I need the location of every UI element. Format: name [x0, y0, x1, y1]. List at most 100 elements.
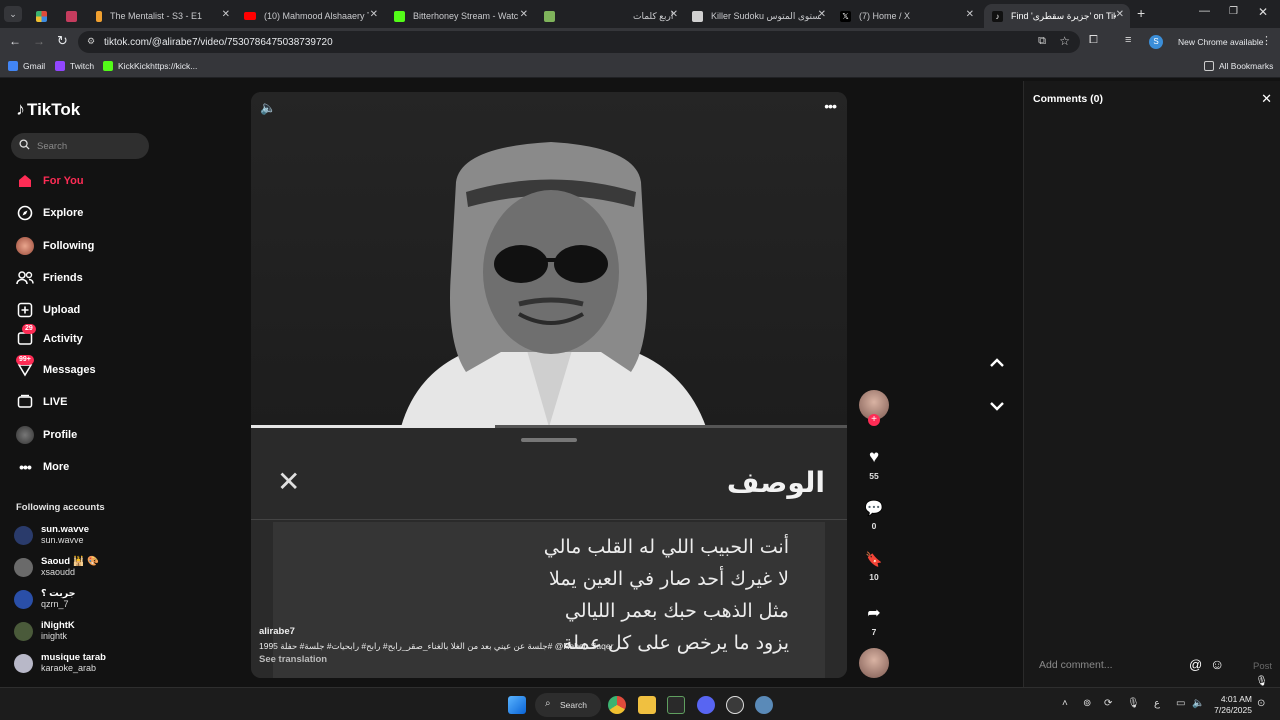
site-info-icon[interactable]: ⚙: [87, 36, 95, 47]
address-bar[interactable]: ⚙ tiktok.com/@alirabe7/video/75307864750…: [78, 31, 1080, 53]
restore-icon[interactable]: ❐: [1229, 6, 1238, 17]
xbox-app-icon[interactable]: [667, 696, 685, 714]
nav-live[interactable]: LIVE: [16, 392, 67, 412]
like-button[interactable]: ♥ 55: [859, 447, 889, 481]
bookmark-kick[interactable]: KickKickhttps://kick...: [103, 61, 197, 71]
author-name[interactable]: alirabe7: [259, 626, 659, 637]
profile-avatar[interactable]: S: [1149, 35, 1163, 49]
tray-app-icon[interactable]: ⊚: [1083, 698, 1091, 709]
tab-close-icon[interactable]: ✕: [818, 9, 826, 20]
media-control-icon[interactable]: ≡: [1125, 34, 1131, 46]
logo-text: TikTok: [27, 99, 81, 119]
more-dots-icon: •••: [19, 459, 32, 475]
tab-4[interactable]: (10) Mahmood Alshaaery Tai ✕: [236, 4, 384, 28]
tab-close-icon[interactable]: ✕: [370, 9, 378, 20]
close-comments-icon[interactable]: ✕: [1261, 91, 1272, 107]
following-account[interactable]: iNightK inightk: [14, 620, 75, 642]
show-hidden-icons-icon[interactable]: ˄: [1062, 698, 1068, 709]
microphone-icon[interactable]: 🎙: [1255, 676, 1268, 687]
tab-2[interactable]: [58, 4, 86, 28]
tab-3[interactable]: The Mentalist - S3 - E1 ✕: [88, 4, 236, 28]
close-description-icon[interactable]: ✕: [277, 468, 300, 496]
extensions-icon[interactable]: ⧠: [1089, 34, 1098, 47]
nav-upload[interactable]: Upload: [16, 300, 80, 320]
comment-button[interactable]: 💬 0: [859, 499, 889, 531]
taskbar-search[interactable]: ⌕ Search: [535, 693, 601, 717]
notification-icon[interactable]: ⊙: [1257, 698, 1265, 709]
post-button[interactable]: Post: [1253, 661, 1272, 672]
following-account[interactable]: musique tarab karaoke_arab: [14, 652, 106, 674]
new-tab-icon[interactable]: +: [1137, 5, 1145, 21]
video-player[interactable]: 🔈 ••• ✕ الوصف أنت الحبيب اللي له القلب م…: [251, 92, 847, 678]
tab-7[interactable]: Killer Sudoku مستوى المتوس ✕: [684, 4, 832, 28]
following-account[interactable]: sun.wavve sun.wavve: [14, 524, 89, 546]
tab-search-button[interactable]: ⌄: [4, 6, 22, 22]
nav-friends[interactable]: Friends: [16, 268, 83, 288]
tab-8[interactable]: 𝕏 (7) Home / X ✕: [832, 4, 980, 28]
previous-video-icon[interactable]: [988, 354, 1006, 372]
minimize-icon[interactable]: —: [1199, 5, 1210, 17]
nav-activity[interactable]: 29 Activity: [16, 324, 83, 349]
tray-mic-icon[interactable]: 🎙: [1127, 698, 1140, 709]
volume-tray-icon[interactable]: 🔈: [1192, 698, 1204, 709]
cast-icon[interactable]: ⧉: [1038, 35, 1046, 48]
nav-messages[interactable]: 99+ Messages: [16, 355, 96, 380]
search-input[interactable]: Search: [11, 133, 149, 159]
tab-6[interactable]: أربع كلمات ✕: [536, 4, 684, 28]
menu-dots-icon[interactable]: ⋮: [1261, 34, 1272, 47]
settings-app-icon[interactable]: [755, 696, 773, 714]
tray-sync-icon[interactable]: ⟳: [1104, 698, 1112, 709]
following-account[interactable]: جربت ؟ qzrn_7: [14, 588, 76, 610]
back-icon[interactable]: ←: [9, 34, 21, 48]
bookmark-star-icon[interactable]: ☆: [1059, 34, 1070, 48]
emoji-icon[interactable]: ☺: [1210, 656, 1224, 672]
tab-close-icon[interactable]: ✕: [670, 9, 678, 20]
nav-for-you[interactable]: For You: [16, 171, 84, 191]
nav-profile[interactable]: Profile: [16, 425, 77, 445]
tab-close-icon[interactable]: ✕: [1116, 9, 1124, 20]
tab-favicon: [66, 10, 77, 22]
tab-1[interactable]: [28, 4, 56, 28]
tab-close-icon[interactable]: ✕: [222, 9, 230, 20]
share-button[interactable]: ➦ 7: [859, 603, 889, 637]
more-options-icon[interactable]: •••: [824, 98, 837, 114]
comment-input[interactable]: Add comment...: [1039, 659, 1113, 671]
tiktok-logo[interactable]: ♪ TikTok: [16, 99, 80, 120]
sudoku-icon: [692, 10, 703, 22]
language-indicator[interactable]: ع: [1154, 698, 1160, 709]
tab-close-icon[interactable]: ✕: [966, 9, 974, 20]
forward-icon[interactable]: →: [33, 34, 45, 48]
nav-explore[interactable]: Explore: [16, 203, 83, 223]
creator-avatar[interactable]: +: [859, 390, 889, 426]
avatar: [14, 589, 33, 609]
reload-icon[interactable]: ↻: [57, 33, 68, 49]
discord-icon[interactable]: [697, 696, 715, 714]
mention-icon[interactable]: @: [1189, 657, 1202, 672]
nav-following[interactable]: Following: [16, 236, 94, 256]
windows-start-icon[interactable]: [508, 696, 526, 714]
all-bookmarks[interactable]: All Bookmarks: [1204, 61, 1273, 71]
file-explorer-icon[interactable]: [638, 696, 656, 714]
see-translation-link[interactable]: See translation: [259, 654, 659, 665]
follow-plus-icon[interactable]: +: [868, 414, 880, 426]
tab-close-icon[interactable]: ✕: [520, 9, 528, 20]
tab-9-active[interactable]: ♪ Find 'جزيرة سقطرى' on TikTok✕: [984, 4, 1130, 28]
nav-more[interactable]: ••• More: [16, 457, 69, 477]
music-disc[interactable]: [859, 648, 889, 678]
next-video-icon[interactable]: [988, 397, 1006, 415]
network-icon[interactable]: ▭: [1176, 698, 1185, 709]
app-icon[interactable]: [726, 696, 744, 714]
video-frame[interactable]: 🔈 •••: [251, 92, 847, 427]
volume-icon[interactable]: 🔈: [260, 100, 276, 116]
save-button[interactable]: 🔖 10: [859, 551, 889, 582]
bookmark-twitch[interactable]: Twitch: [55, 61, 94, 71]
chrome-icon[interactable]: [608, 696, 626, 714]
hashtags[interactable]: 1995 جلسة عن عيني بعد من الغلا بالغناء_ص…: [259, 641, 659, 652]
tab-5[interactable]: Bitterhoney Stream - Watch ✕: [386, 4, 534, 28]
following-account[interactable]: Saoud 🕌 🎨 xsaoudd: [14, 556, 99, 578]
clock[interactable]: 4:01 AM 7/26/2025: [1210, 694, 1252, 716]
bookmark-gmail[interactable]: Gmail: [8, 61, 45, 71]
close-window-icon[interactable]: ✕: [1258, 5, 1268, 19]
drag-handle[interactable]: [521, 438, 577, 442]
new-chrome-button[interactable]: New Chrome available: [1172, 32, 1270, 52]
